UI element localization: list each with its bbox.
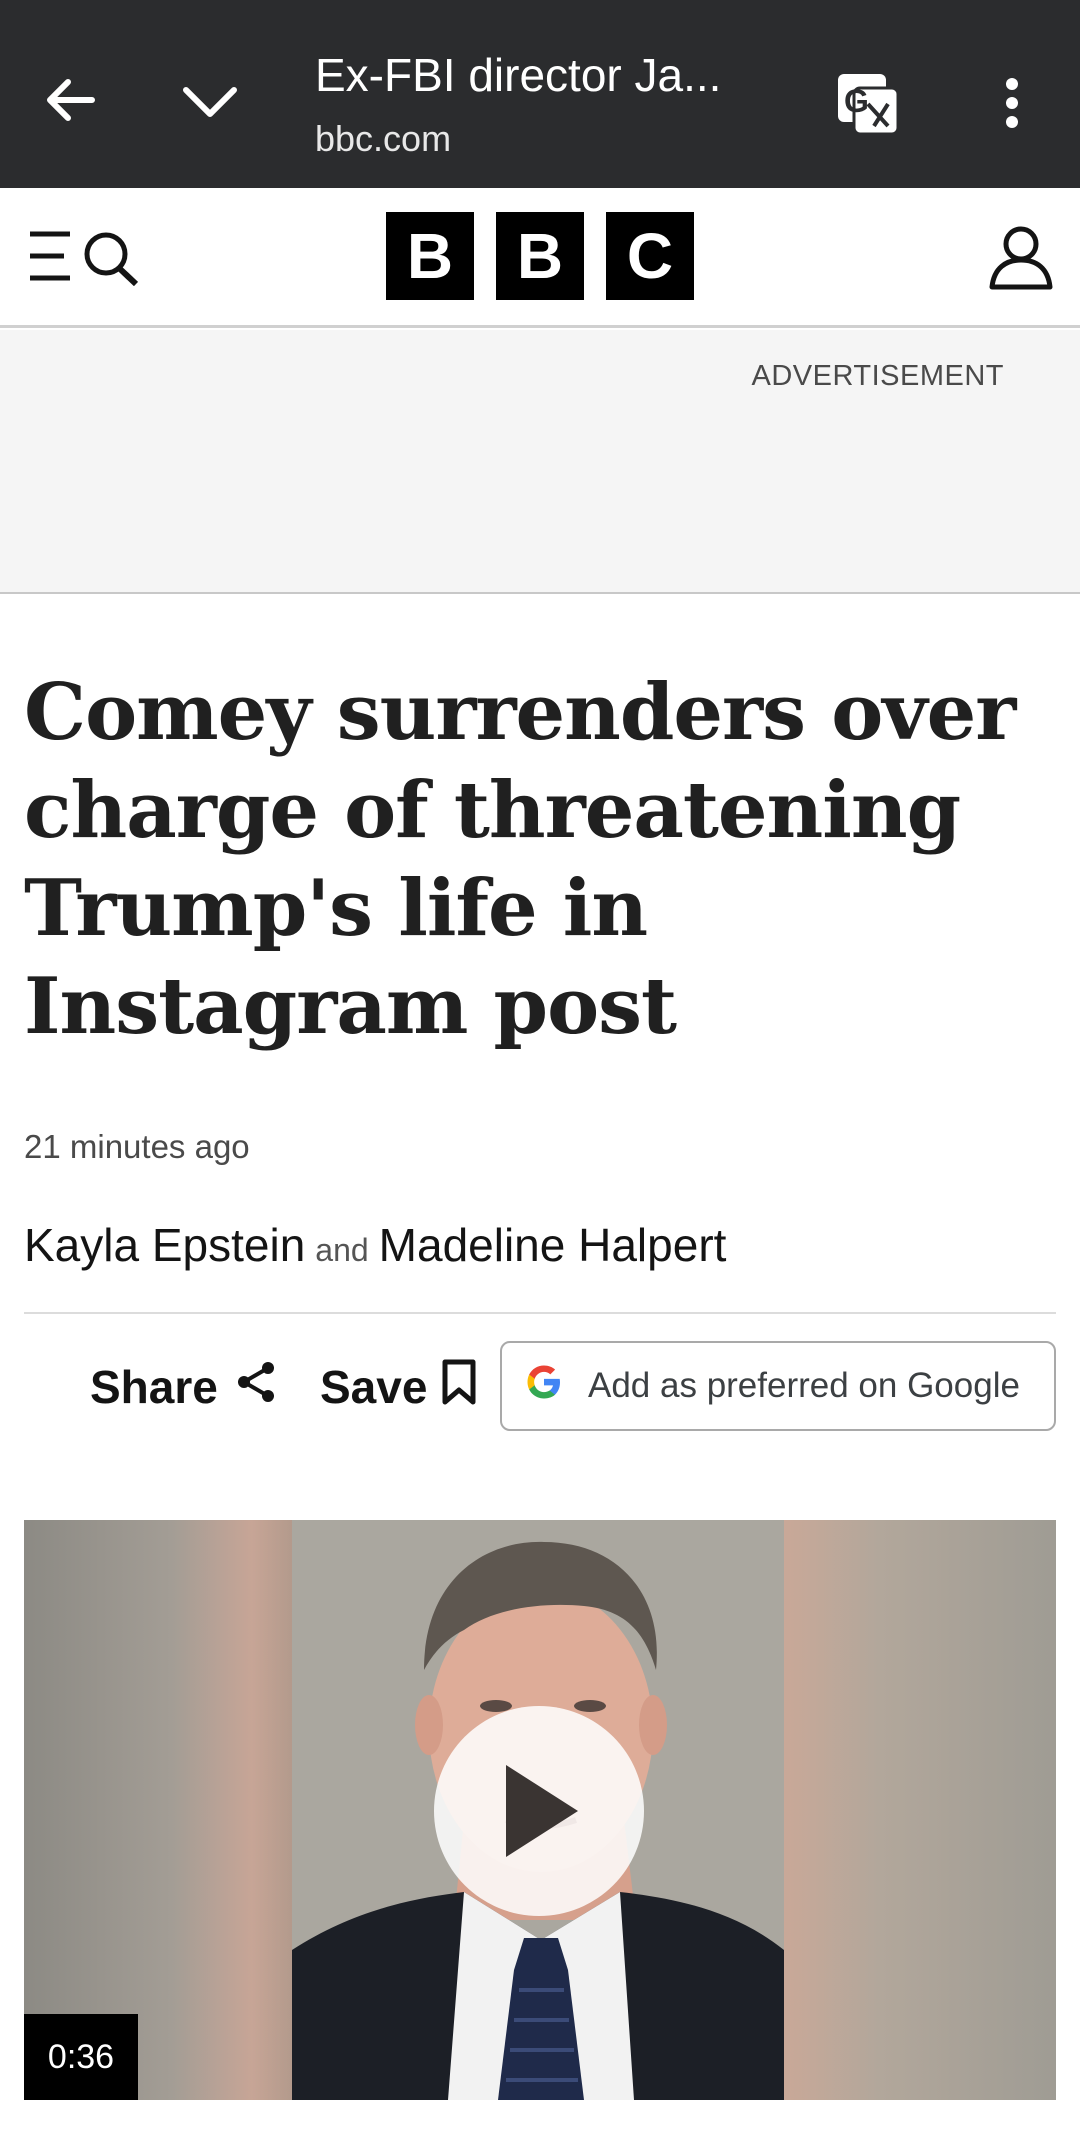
chevron-down-icon[interactable]: [180, 78, 240, 128]
more-vertical-icon[interactable]: [1000, 78, 1024, 128]
article-headline: Comey surrenders over charge of threaten…: [24, 667, 1016, 1052]
share-button[interactable]: Share: [90, 1352, 278, 1422]
google-button-label: Add as preferred on Google: [588, 1366, 1020, 1405]
account-icon[interactable]: [988, 224, 1054, 290]
play-icon: [506, 1765, 578, 1857]
author-name[interactable]: Kayla Epstein: [24, 1219, 305, 1271]
save-label: Save: [320, 1361, 428, 1413]
share-icon: [234, 1360, 278, 1415]
back-arrow-icon[interactable]: [42, 72, 98, 128]
bookmark-icon: [441, 1359, 477, 1416]
save-button[interactable]: Save: [320, 1352, 477, 1422]
logo-letter: C: [606, 212, 694, 300]
browser-url[interactable]: bbc.com: [315, 118, 451, 160]
browser-page-title[interactable]: Ex-FBI director Ja...: [315, 48, 721, 102]
byline: Kayla Epstein and Madeline Halpert: [24, 1218, 726, 1272]
browser-toolbar: Ex-FBI director Ja... bbc.com G: [0, 0, 1080, 188]
video-player[interactable]: 0:36: [24, 1520, 1056, 2100]
divider: [24, 1312, 1056, 1314]
site-header: B B C: [0, 188, 1080, 328]
menu-search-icon[interactable]: [26, 226, 144, 287]
author-name[interactable]: Madeline Halpert: [379, 1219, 727, 1271]
svg-text:G: G: [844, 83, 869, 119]
logo-letter: B: [386, 212, 474, 300]
share-label: Share: [90, 1361, 218, 1413]
advertisement-slot: ADVERTISEMENT: [0, 330, 1080, 594]
author-joiner: and: [315, 1232, 369, 1268]
translate-icon[interactable]: G: [834, 70, 902, 138]
video-duration: 0:36: [24, 2014, 138, 2100]
article-timestamp: 21 minutes ago: [24, 1128, 250, 1165]
google-g-icon: [524, 1362, 564, 1411]
add-preferred-google-button[interactable]: Add as preferred on Google: [500, 1341, 1056, 1431]
bbc-logo[interactable]: B B C: [386, 212, 694, 300]
advertisement-label: ADVERTISEMENT: [751, 360, 1004, 392]
play-button[interactable]: [434, 1706, 644, 1916]
logo-letter: B: [496, 212, 584, 300]
